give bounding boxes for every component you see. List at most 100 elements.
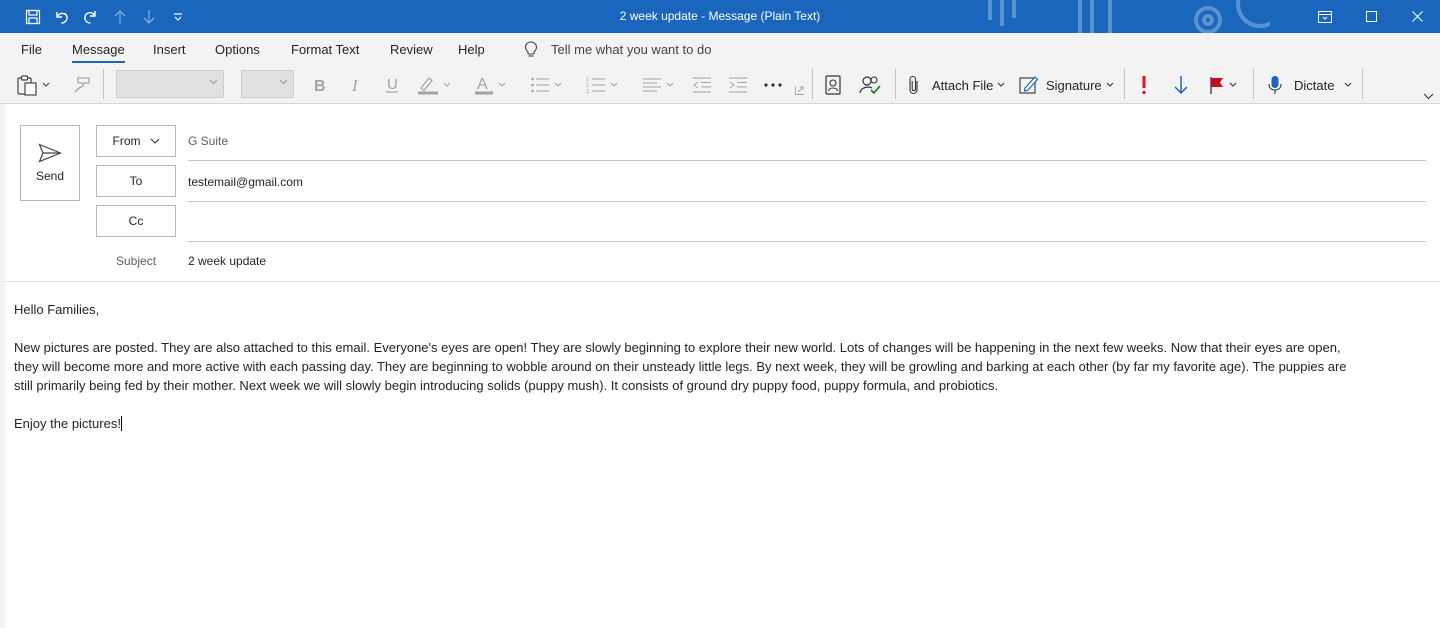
align-button[interactable] <box>642 66 674 104</box>
bullet-list-icon <box>531 77 549 93</box>
tell-me-search[interactable]: Tell me what you want to do <box>524 41 711 58</box>
svg-text:B: B <box>314 78 326 93</box>
font-name-combo[interactable] <box>116 70 224 98</box>
address-book-button[interactable] <box>824 66 842 104</box>
title-bar: 2 week update - Message (Plain Text) <box>0 0 1440 33</box>
ribbon-toolbar: B I U A 123 Attach File Signature Dictat… <box>0 66 1440 104</box>
svg-text:A: A <box>477 76 488 93</box>
tab-options[interactable]: Options <box>215 42 260 57</box>
check-names-button[interactable] <box>859 66 881 104</box>
body-closing: Enjoy the pictures! <box>14 416 121 431</box>
ribbon-separator <box>812 69 813 99</box>
highlight-button[interactable] <box>417 66 451 104</box>
decrease-indent-button[interactable] <box>692 66 712 104</box>
tab-insert[interactable]: Insert <box>153 42 186 57</box>
tab-message[interactable]: Message <box>72 42 125 63</box>
chevron-down-icon <box>150 138 159 144</box>
chevron-down-icon <box>1106 82 1114 87</box>
font-color-button[interactable]: A <box>474 66 506 104</box>
chevron-down-icon[interactable] <box>666 82 674 88</box>
ribbon-separator <box>1124 69 1125 99</box>
cc-button[interactable]: Cc <box>96 205 176 237</box>
italic-button[interactable]: I <box>348 66 364 104</box>
underline-button[interactable]: U <box>384 66 400 104</box>
align-icon <box>643 78 661 92</box>
high-importance-icon <box>1142 76 1146 94</box>
font-size-combo[interactable] <box>241 70 294 98</box>
highlighter-icon <box>418 77 438 95</box>
tab-help[interactable]: Help <box>458 42 485 57</box>
ribbon-tabs: File Message Insert Options Format Text … <box>0 33 1440 66</box>
ribbon-display-options-icon[interactable] <box>1302 0 1348 33</box>
from-underline <box>188 160 1426 161</box>
chevron-down-icon[interactable] <box>554 82 562 88</box>
attach-file-button[interactable]: Attach File <box>907 66 1005 104</box>
signature-label: Signature <box>1046 77 1102 93</box>
body-paragraph-line: New pictures are posted. They are also a… <box>14 340 1341 355</box>
tab-review[interactable]: Review <box>390 42 433 57</box>
paste-button[interactable] <box>16 66 50 104</box>
numbering-button[interactable]: 123 <box>586 66 618 104</box>
from-label: From <box>112 134 141 148</box>
underline-icon: U <box>386 76 398 93</box>
format-painter-button[interactable] <box>73 66 91 104</box>
ribbon-separator <box>103 69 104 99</box>
bullets-button[interactable] <box>530 66 562 104</box>
svg-text:U: U <box>387 76 398 93</box>
chevron-down-icon[interactable] <box>42 82 50 88</box>
to-field[interactable]: testemail@gmail.com <box>188 175 303 189</box>
lightbulb-icon <box>524 41 538 57</box>
window-title: 2 week update - Message (Plain Text) <box>619 9 821 23</box>
send-button[interactable]: Send <box>20 125 80 201</box>
paperclip-icon <box>909 75 918 95</box>
signature-icon <box>1019 76 1039 94</box>
flag-icon <box>1210 77 1223 94</box>
format-painter-icon <box>74 77 90 93</box>
attach-file-label: Attach File <box>932 77 994 93</box>
body-closing-line: Enjoy the pictures! <box>14 414 1426 433</box>
cc-label: Cc <box>128 214 144 228</box>
tab-file[interactable]: File <box>21 42 42 57</box>
address-book-icon <box>825 75 841 95</box>
maximize-icon[interactable] <box>1348 0 1394 33</box>
to-label: To <box>129 174 143 188</box>
text-cursor <box>120 416 122 431</box>
ribbon-separator <box>895 69 896 99</box>
chevron-down-icon[interactable] <box>498 82 506 88</box>
send-icon <box>38 143 62 163</box>
body-greeting: Hello Families, <box>14 302 100 317</box>
header-divider <box>5 281 1440 282</box>
bold-icon: B <box>314 78 326 93</box>
follow-up-flag-button[interactable] <box>1209 66 1237 104</box>
from-button[interactable]: From <box>96 125 176 157</box>
bold-button[interactable]: B <box>311 66 327 104</box>
cc-field[interactable] <box>188 215 1418 233</box>
increase-indent-button[interactable] <box>728 66 748 104</box>
message-body[interactable]: Hello Families, New pictures are posted.… <box>14 300 1426 433</box>
tell-me-placeholder: Tell me what you want to do <box>551 42 712 57</box>
chevron-down-icon[interactable] <box>610 82 618 88</box>
italic-icon: I <box>351 77 359 93</box>
subject-field[interactable]: 2 week update <box>188 254 266 268</box>
low-importance-button[interactable] <box>1173 66 1189 104</box>
body-paragraph-line: still primarily being fed by their mothe… <box>14 378 999 393</box>
close-icon[interactable] <box>1394 0 1440 33</box>
ellipsis-icon <box>764 83 782 87</box>
more-options-button[interactable] <box>764 66 782 104</box>
chevron-down-icon[interactable] <box>1229 82 1237 88</box>
dictate-label: Dictate <box>1294 77 1335 93</box>
cc-underline <box>188 241 1426 242</box>
to-underline <box>188 201 1426 202</box>
high-importance-button[interactable] <box>1140 66 1148 104</box>
chevron-down-icon[interactable] <box>1344 82 1352 88</box>
window-controls <box>1302 0 1440 33</box>
left-border <box>0 104 5 628</box>
subject-label: Subject <box>116 254 157 268</box>
signature-button[interactable]: Signature <box>1019 66 1114 104</box>
to-button[interactable]: To <box>96 165 176 197</box>
dialog-launcher-icon[interactable] <box>795 76 804 104</box>
tab-format-text[interactable]: Format Text <box>291 42 359 57</box>
chevron-down-icon[interactable] <box>443 82 451 88</box>
dictate-button[interactable]: Dictate <box>1267 66 1352 104</box>
ribbon-collapse-icon[interactable] <box>1423 88 1434 104</box>
